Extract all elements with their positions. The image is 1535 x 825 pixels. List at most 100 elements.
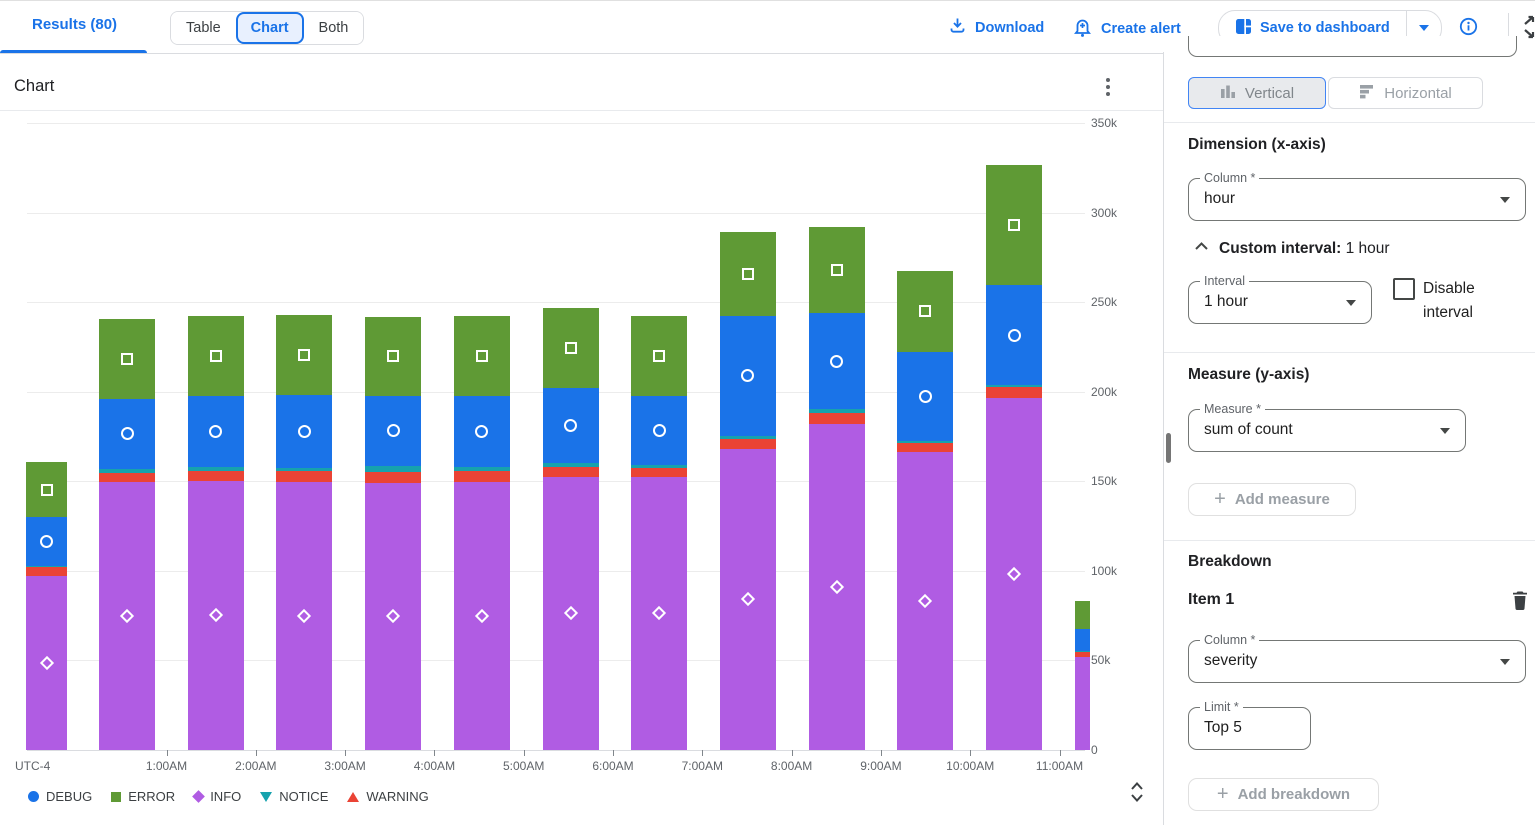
x-tick (881, 750, 882, 756)
legend-circle-icon (28, 791, 39, 802)
measure-label: Measure * (1200, 402, 1265, 416)
bar-segment-warning (99, 473, 155, 482)
x-tick (792, 750, 793, 756)
series-marker-circle (564, 419, 577, 432)
table-chart-both-toggle: TableChartBoth (170, 11, 364, 45)
breakdown-item-title: Item 1 (1188, 591, 1234, 609)
add-breakdown-button[interactable]: + Add breakdown (1188, 778, 1379, 811)
legend-item-warning: WARNING (347, 789, 428, 804)
x-axis-label-3:00AM: 3:00AM (311, 759, 379, 773)
bar-segment-error (365, 317, 421, 396)
timezone-label: UTC-4 (15, 759, 61, 773)
create-alert-button[interactable]: Create alert (1072, 16, 1181, 41)
custom-interval-toggle[interactable]: Custom interval: 1 hour (1193, 239, 1390, 258)
bar-segment-warning (365, 472, 421, 483)
plus-icon: + (1217, 784, 1229, 804)
bar-segment-error (188, 316, 244, 396)
series-marker-diamond (386, 609, 400, 623)
legend-item-info: INFO (194, 789, 241, 804)
interval-select[interactable]: Interval 1 hour (1188, 281, 1372, 324)
breakdown-limit-label: Limit * (1200, 700, 1243, 714)
section-divider (1164, 540, 1535, 541)
series-marker-circle (40, 535, 53, 548)
gridline-0 (27, 750, 1085, 751)
bar-segment-debug (365, 396, 421, 466)
series-marker-diamond (297, 609, 311, 623)
bar-segment-debug (897, 352, 953, 441)
legend-item-debug: DEBUG (28, 789, 92, 804)
x-axis-label-11:00AM: 11:00AM (1026, 759, 1094, 773)
bar-segment-info (986, 398, 1042, 750)
legend-triangle-up-icon (347, 792, 359, 802)
chart-menu-kebab-icon[interactable] (1098, 74, 1118, 100)
tab-results[interactable]: Results (80) (32, 16, 117, 33)
series-marker-circle (387, 424, 400, 437)
gridline-350k (27, 123, 1085, 124)
bar-segment-notice (720, 436, 776, 439)
legend-item-error: ERROR (111, 789, 175, 804)
bar-segment-notice (809, 409, 865, 413)
series-marker-diamond (918, 594, 932, 608)
series-marker-diamond (475, 609, 489, 623)
breakdown-limit-field[interactable]: Limit * Top 5 (1188, 707, 1311, 750)
series-marker-square (298, 349, 310, 361)
chart-card-title: Chart (14, 77, 54, 96)
x-axis-label-6:00AM: 6:00AM (579, 759, 647, 773)
y-axis-label-150k: 150k (1091, 474, 1117, 488)
disable-interval-checkbox[interactable] (1393, 278, 1415, 300)
top-hairline (0, 0, 1535, 1)
x-tick (256, 750, 257, 756)
series-marker-diamond (652, 606, 666, 620)
series-marker-circle (653, 424, 666, 437)
download-button[interactable]: Download (948, 16, 1044, 39)
panel-top-field-cutoff[interactable] (1188, 36, 1517, 57)
panel-divider (1163, 52, 1164, 825)
orientation-horizontal-button[interactable]: Horizontal (1328, 77, 1483, 109)
legend-item-notice: NOTICE (260, 789, 328, 804)
dimension-column-select[interactable]: Column * hour (1188, 178, 1526, 221)
bar-segment-error (99, 319, 155, 399)
view-toggle-chart[interactable]: Chart (236, 12, 304, 44)
bar-segment-info (188, 481, 244, 750)
series-marker-square (387, 350, 399, 362)
bar-segment-info (809, 424, 865, 750)
plus-icon: + (1214, 489, 1226, 509)
breakdown-heading: Breakdown (1188, 553, 1272, 571)
series-marker-diamond (830, 580, 844, 594)
measure-heading: Measure (y-axis) (1188, 366, 1309, 384)
breakdown-column-select[interactable]: Column * severity (1188, 640, 1526, 683)
bar-segment-notice (26, 566, 67, 567)
orientation-vertical-button[interactable]: Vertical (1188, 77, 1326, 109)
series-marker-square (41, 484, 53, 496)
series-marker-circle (209, 425, 222, 438)
chart-header-divider (0, 110, 1164, 111)
bar-segment-debug (276, 395, 332, 468)
expand-panel-icon[interactable] (1522, 14, 1535, 45)
bar-segment-warning (543, 467, 599, 477)
series-marker-circle (919, 390, 932, 403)
bar-segment-warning (809, 413, 865, 424)
x-axis-label-2:00AM: 2:00AM (222, 759, 290, 773)
view-toggle-both[interactable]: Both (304, 12, 364, 44)
series-marker-square (653, 350, 665, 362)
x-tick (1060, 750, 1061, 756)
bar-segment-info (365, 483, 421, 750)
orientation-toggle: VerticalHorizontal (1188, 77, 1483, 109)
trash-icon[interactable] (1511, 590, 1529, 615)
bar-segment-debug (809, 313, 865, 409)
series-marker-circle (298, 425, 311, 438)
bar-segment-warning (276, 471, 332, 482)
series-marker-circle (1008, 329, 1021, 342)
x-tick (524, 750, 525, 756)
view-toggle-table[interactable]: Table (171, 12, 236, 44)
bar-segment-notice (897, 441, 953, 443)
x-tick (613, 750, 614, 756)
chevron-down-icon (1500, 197, 1510, 203)
measure-select[interactable]: Measure * sum of count (1188, 409, 1466, 452)
bar-segment-error (809, 227, 865, 313)
add-measure-button[interactable]: + Add measure (1188, 483, 1356, 516)
x-tick (970, 750, 971, 756)
unfold-more-icon[interactable] (1126, 779, 1148, 810)
bar-segment-notice (543, 463, 599, 467)
panel-resize-handle[interactable] (1166, 433, 1171, 463)
